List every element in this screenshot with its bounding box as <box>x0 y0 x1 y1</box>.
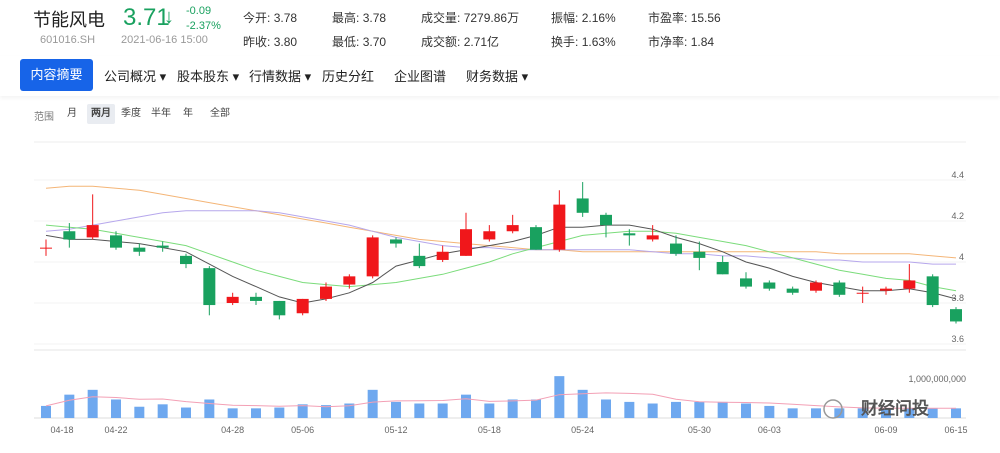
candle-body <box>810 282 822 291</box>
candle-body <box>343 276 356 285</box>
volume-bar <box>157 404 168 418</box>
candle-body <box>133 247 146 252</box>
candle-body <box>763 282 776 289</box>
candle-body <box>203 268 216 306</box>
volume-bar <box>647 403 658 418</box>
x-tick-label: 06-03 <box>758 425 781 435</box>
candle-body <box>273 300 286 316</box>
volume-bar <box>624 401 635 418</box>
volume-bar <box>251 408 261 418</box>
volume-bar <box>834 408 845 418</box>
volume-bar <box>274 407 285 418</box>
candle-body <box>40 247 52 249</box>
volume-bar <box>764 405 775 418</box>
candle-body <box>670 243 682 254</box>
candle-body <box>553 204 566 250</box>
candle-body <box>460 229 472 256</box>
candle-body <box>156 245 169 248</box>
candle-body <box>250 296 262 301</box>
y-tick-label: 4.4 <box>951 170 964 180</box>
x-tick-label: 05-24 <box>571 425 594 435</box>
volume-bar <box>367 389 378 418</box>
volume-bar <box>64 394 75 418</box>
volume-bar <box>87 389 98 418</box>
volume-bar <box>391 401 401 418</box>
volume-bar <box>741 403 751 418</box>
y-tick-label: 4.2 <box>951 211 964 221</box>
volume-bar <box>927 408 938 418</box>
x-tick-label: 04-28 <box>221 425 244 435</box>
candle-body <box>390 239 402 244</box>
candle-body <box>320 286 332 299</box>
volume-bar <box>507 399 518 418</box>
volume-bar <box>601 399 611 418</box>
candle-body <box>833 282 846 295</box>
volume-bar <box>531 399 541 418</box>
volume-bar <box>554 376 565 418</box>
candle-body <box>180 255 192 265</box>
candle-body <box>903 280 916 289</box>
candle-body <box>226 296 239 303</box>
candle-body <box>600 214 612 226</box>
volume-bar <box>717 401 728 418</box>
volume-ma-line <box>45 392 956 409</box>
volume-bar <box>694 401 705 418</box>
candle-body <box>86 225 99 238</box>
candle-body <box>693 251 706 258</box>
candle-body <box>436 251 449 260</box>
candle-body <box>740 278 752 287</box>
volume-bar <box>204 399 215 418</box>
volume-bar <box>951 408 961 418</box>
candle-body <box>506 225 519 232</box>
volume-bar <box>414 403 425 418</box>
volume-bar <box>484 403 495 418</box>
volume-bar <box>227 408 238 418</box>
x-tick-label: 05-12 <box>384 425 407 435</box>
candle-body <box>716 262 729 275</box>
volume-bar <box>787 408 798 418</box>
x-tick-label: 05-06 <box>291 425 314 435</box>
volume-bar <box>671 401 681 418</box>
volume-bar <box>134 406 145 418</box>
candle-body <box>63 231 76 240</box>
candle-body <box>110 235 122 248</box>
x-tick-label: 05-30 <box>688 425 711 435</box>
candle-body <box>623 233 636 236</box>
x-tick-label: 04-18 <box>50 425 73 435</box>
candle-body <box>530 227 542 250</box>
candlestick-chart[interactable]: 4.44.243.83.61,000,000,00004-18 04-22 04-2… <box>0 0 1000 453</box>
x-tick-label: 05-18 <box>478 425 501 435</box>
candle-body <box>880 288 892 291</box>
volume-bar <box>461 394 471 418</box>
candle-body <box>786 288 799 293</box>
x-tick-label: 06-09 <box>874 425 897 435</box>
x-tick-label: 04-22 <box>104 425 127 435</box>
x-tick-label: 06-15 <box>944 425 967 435</box>
candle-body <box>950 309 962 322</box>
candle-body <box>646 235 659 240</box>
volume-bar <box>811 408 821 418</box>
volume-bar <box>111 399 121 418</box>
y-tick-label: 4 <box>959 252 964 262</box>
candle-body <box>576 198 589 213</box>
watermark-text: 财经问投 <box>860 398 929 418</box>
candle-body <box>366 237 379 277</box>
volume-bar <box>41 405 51 418</box>
volume-bar <box>297 404 308 418</box>
candle-body <box>856 292 869 294</box>
y-tick-label: 3.6 <box>951 334 964 344</box>
volume-bar <box>181 407 191 418</box>
candle-body <box>926 276 939 306</box>
ma60-line <box>45 185 957 259</box>
volume-scale-label: 1,000,000,000 <box>908 374 966 384</box>
candle-body <box>296 298 309 314</box>
volume-bar <box>437 403 448 418</box>
candle-body <box>413 255 426 267</box>
candle-body <box>483 231 496 240</box>
